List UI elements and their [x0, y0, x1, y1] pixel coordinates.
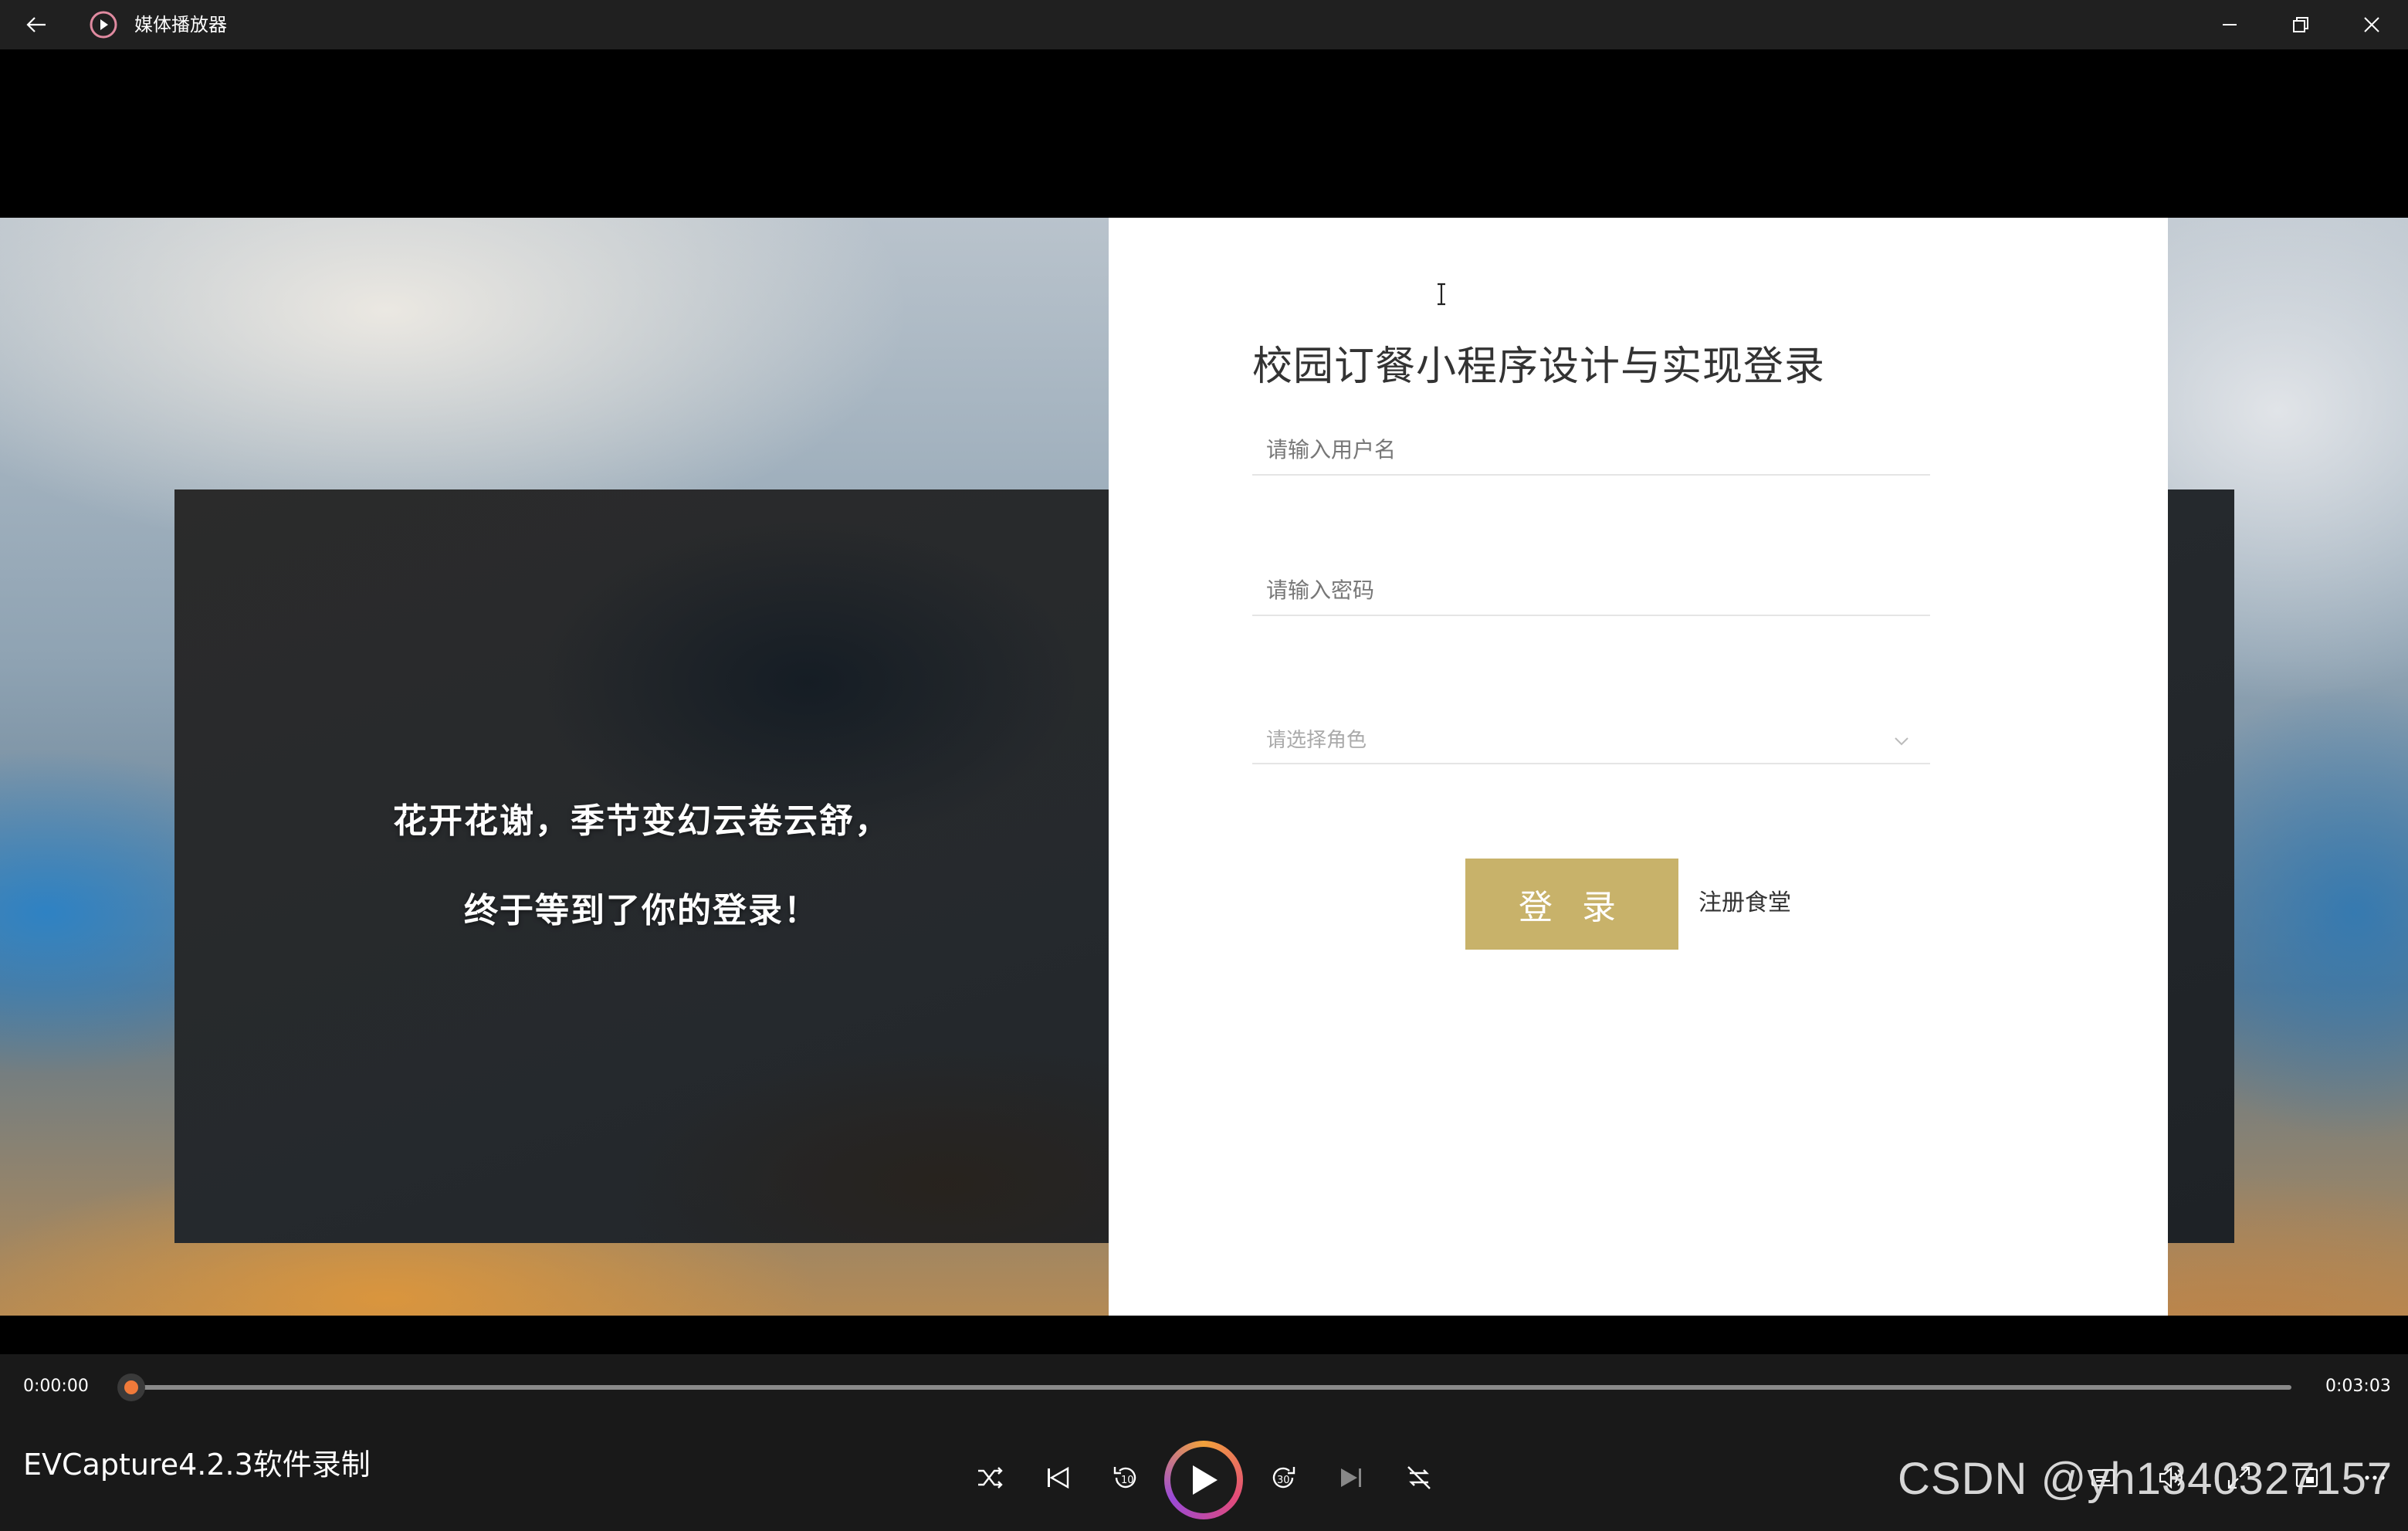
shuffle-button[interactable] — [967, 1455, 1013, 1501]
password-field — [1252, 565, 1930, 616]
login-button[interactable]: 登 录 — [1465, 859, 1678, 950]
username-field — [1252, 425, 1930, 476]
video-area[interactable]: 花开花谢，季节变幻云卷云舒， 终于等到了你的登录！ 校园订餐小程序设计与实现登录… — [0, 49, 2408, 1354]
skip-previous-icon — [1048, 1466, 1069, 1489]
app-title: 媒体播放器 — [134, 14, 227, 36]
repeat-button[interactable] — [1396, 1455, 1442, 1501]
total-time: 0:03:03 — [2325, 1377, 2391, 1396]
text-cursor-icon — [1438, 283, 1445, 306]
forward-30-button[interactable]: 30 — [1260, 1455, 1306, 1501]
svg-text:30: 30 — [1277, 1475, 1290, 1486]
welcome-quote: 花开花谢，季节变幻云卷云舒， 终于等到了你的登录！ — [174, 489, 1109, 1243]
rewind-10-button[interactable]: 10 — [1102, 1455, 1149, 1501]
title-bar: 媒体播放器 — [0, 0, 2408, 49]
svg-text:10: 10 — [1121, 1475, 1134, 1486]
seek-bar[interactable] — [117, 1373, 2291, 1401]
role-select-placeholder: 请选择角色 — [1266, 729, 1367, 752]
current-time: 0:00:00 — [23, 1377, 89, 1396]
quote-line-1: 花开花谢，季节变幻云卷云舒， — [393, 801, 890, 841]
back-button[interactable] — [17, 9, 56, 40]
play-button[interactable] — [1164, 1441, 1243, 1519]
forward-30-icon: 30 — [1272, 1467, 1295, 1489]
back-arrow-icon — [26, 17, 46, 32]
media-title: EVCapture4.2.3软件录制 — [23, 1448, 371, 1482]
seek-thumb[interactable] — [117, 1373, 145, 1401]
shuffle-icon — [978, 1467, 1003, 1489]
minimize-button[interactable] — [2194, 0, 2265, 49]
login-title: 校园订餐小程序设计与实现登录 — [1252, 344, 1826, 390]
next-button[interactable] — [1328, 1455, 1374, 1501]
close-icon — [2364, 17, 2379, 32]
register-canteen-link[interactable]: 注册食堂 — [1698, 883, 1791, 917]
close-button[interactable] — [2336, 0, 2407, 49]
play-icon — [1193, 1465, 1218, 1495]
video-frame: 花开花谢，季节变幻云卷云舒， 终于等到了你的登录！ 校园订餐小程序设计与实现登录… — [0, 218, 2408, 1316]
role-select[interactable]: 请选择角色 — [1252, 713, 1930, 764]
player-controls: 0:00:00 0:03:03 EVCapture4.2.3软件录制 10 30 — [0, 1354, 2408, 1531]
skip-next-icon — [1341, 1468, 1361, 1487]
quote-line-2: 终于等到了你的登录！ — [464, 891, 819, 930]
password-input[interactable] — [1252, 565, 1930, 615]
chevron-down-icon — [1895, 737, 1908, 746]
previous-button[interactable] — [1035, 1455, 1081, 1501]
restore-button[interactable] — [2265, 0, 2336, 49]
watermark-text: CSDN @yh1340327157 — [1898, 1454, 2393, 1504]
minimize-icon — [2223, 24, 2237, 25]
restore-icon — [2293, 17, 2308, 32]
app-logo-icon — [90, 11, 117, 39]
repeat-off-icon — [1407, 1466, 1431, 1489]
rewind-10-icon: 10 — [1113, 1467, 1136, 1489]
play-button-inner — [1170, 1447, 1237, 1513]
username-input[interactable] — [1252, 425, 1930, 474]
login-panel: 校园订餐小程序设计与实现登录 请选择角色 登 录 注册食堂 — [1109, 218, 2168, 1316]
